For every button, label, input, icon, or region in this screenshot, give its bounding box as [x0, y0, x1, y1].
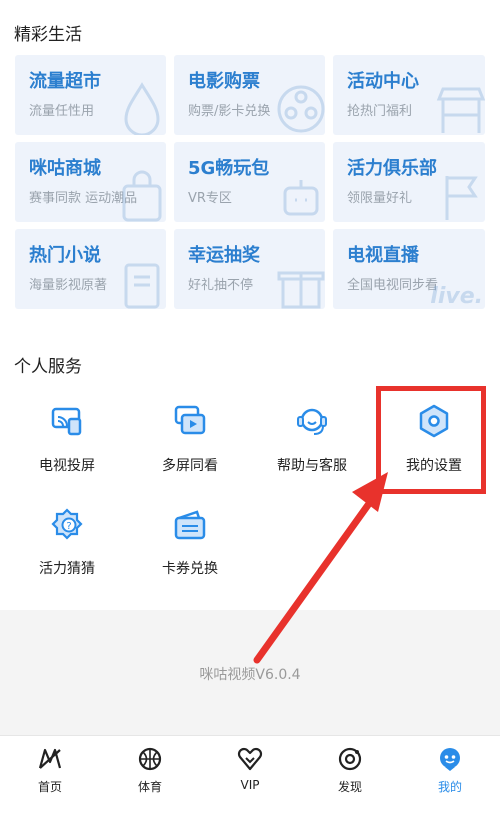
tab-label: 发现 [337, 780, 362, 794]
tile-tv-live[interactable]: 电视直播 全国电视同步看 live. [333, 229, 485, 309]
robot-icon [283, 180, 319, 216]
vip-heart-icon [237, 747, 263, 771]
stall-icon [436, 87, 485, 133]
tab-label: 我的 [437, 780, 462, 794]
bag-icon [122, 170, 162, 222]
service-section-title: 个人服务 [14, 357, 82, 377]
live-icon: live. [430, 284, 483, 309]
tile-traffic-market[interactable]: 流量超市 流量任性用 [15, 55, 166, 135]
drop-icon [124, 82, 160, 135]
home-icon [38, 748, 62, 769]
tab-vip[interactable]: VIP [200, 736, 300, 835]
tile-migu-mall[interactable]: 咪咕商城 赛事同款 运动潮品 [15, 142, 166, 222]
tile-vitality-club[interactable]: 活力俱乐部 领限量好礼 [333, 142, 485, 222]
tab-discover[interactable]: 发现 [300, 736, 400, 835]
film-reel-icon [277, 85, 325, 133]
tile-lucky-draw[interactable]: 幸运抽奖 好礼抽不停 [174, 229, 325, 309]
life-section-title: 精彩生活 [14, 25, 82, 45]
tab-home[interactable]: 首页 [0, 736, 100, 835]
service-label: 电视投屏 [39, 458, 95, 474]
service-label: 多屏同看 [162, 458, 218, 474]
service-coupon-exchange[interactable]: 卡券兑换 [135, 506, 245, 578]
book-icon [124, 263, 160, 309]
mine-icon [440, 748, 460, 771]
service-label: 活力猜猜 [39, 561, 95, 577]
tile-activity-center[interactable]: 活动中心 抢热门福利 [333, 55, 485, 135]
service-multi-screen[interactable]: 多屏同看 [135, 403, 245, 475]
annotation-highlight-box [376, 386, 486, 494]
gift-icon [277, 271, 325, 309]
tile-hot-novels[interactable]: 热门小说 海量影视原著 [15, 229, 166, 309]
bottom-tab-bar: 首页 体育 VIP 发现 我的 [0, 735, 500, 835]
tab-label: VIP [240, 778, 260, 792]
basketball-icon [138, 747, 162, 771]
tile-5g-pack[interactable]: 5G畅玩包 VR专区 [174, 142, 325, 222]
tv-cast-icon [51, 407, 82, 436]
tab-label: 首页 [37, 780, 62, 794]
headset-icon [297, 408, 327, 435]
tile-movie-tickets[interactable]: 电影购票 购票/影卡兑换 [174, 55, 325, 135]
multi-screen-icon [174, 405, 206, 435]
service-label: 卡券兑换 [162, 561, 218, 577]
service-help[interactable]: 帮助与客服 [257, 403, 367, 475]
service-tv-cast[interactable]: 电视投屏 [12, 403, 122, 475]
tab-sports[interactable]: 体育 [100, 736, 200, 835]
svg-text:?: ? [66, 521, 71, 532]
service-quiz[interactable]: ? 活力猜猜 [12, 506, 122, 578]
tab-label: 体育 [137, 780, 162, 794]
app-version: 咪咕视频V6.0.4 [199, 667, 301, 683]
life-grid: 流量超市 流量任性用 电影购票 购票/影卡兑换 活动中心 抢热门福利 咪咕商城 … [15, 55, 485, 309]
service-label: 帮助与客服 [277, 458, 347, 474]
tile-title: 电视直播 [347, 245, 419, 266]
flag-icon [445, 176, 478, 220]
discover-icon [338, 747, 362, 771]
tab-mine[interactable]: 我的 [400, 736, 500, 835]
coupon-wallet-icon [174, 510, 206, 540]
quiz-icon: ? [51, 508, 83, 540]
